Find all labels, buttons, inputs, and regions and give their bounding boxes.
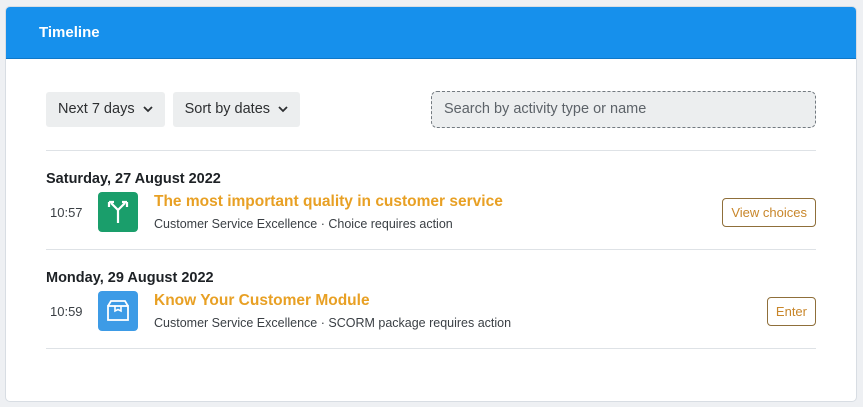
- enter-button[interactable]: Enter: [766, 296, 816, 326]
- timeline-card: Timeline Next 7 days Sort by dates Searc…: [5, 6, 857, 402]
- event-details: Know Your Customer Module Customer Servi…: [154, 291, 767, 331]
- date-range-dropdown[interactable]: Next 7 days: [46, 91, 165, 127]
- day-group: Monday, 29 August 2022 10:59 Know Your C…: [46, 250, 816, 348]
- card-header: Timeline: [6, 7, 856, 59]
- chevron-down-icon: [278, 101, 288, 117]
- timeline-body: Next 7 days Sort by dates Saturday, 27 A…: [6, 90, 856, 349]
- activity-meta: Customer Service Excellence · Choice req…: [154, 217, 453, 231]
- activity-link[interactable]: Know Your Customer Module: [154, 291, 767, 311]
- activity-link[interactable]: The most important quality in customer s…: [154, 192, 722, 212]
- event-time: 10:57: [50, 204, 83, 220]
- day-heading: Saturday, 27 August 2022: [46, 171, 221, 187]
- search-input[interactable]: [444, 101, 803, 117]
- divider: [46, 348, 816, 349]
- event-details: The most important quality in customer s…: [154, 192, 722, 232]
- view-choices-button[interactable]: View choices: [722, 197, 816, 227]
- timeline-event: 10:59 Know Your Customer Module Customer…: [46, 288, 816, 334]
- sort-label: Sort by dates: [184, 101, 271, 117]
- choice-icon: [98, 192, 138, 232]
- search-box: [431, 90, 816, 128]
- sort-dropdown[interactable]: Sort by dates: [172, 91, 301, 127]
- scorm-package-icon: [98, 291, 138, 331]
- day-group: Saturday, 27 August 2022 10:57 The most …: [46, 151, 816, 249]
- day-heading: Monday, 29 August 2022: [46, 270, 214, 286]
- activity-meta: Customer Service Excellence · SCORM pack…: [154, 316, 512, 330]
- event-time: 10:59: [50, 303, 83, 319]
- date-range-label: Next 7 days: [58, 101, 135, 117]
- timeline-controls: Next 7 days Sort by dates: [46, 90, 816, 128]
- chevron-down-icon: [142, 101, 153, 117]
- timeline-event: 10:57 The most important quality in cust…: [46, 189, 816, 235]
- page-title: Timeline: [39, 24, 100, 41]
